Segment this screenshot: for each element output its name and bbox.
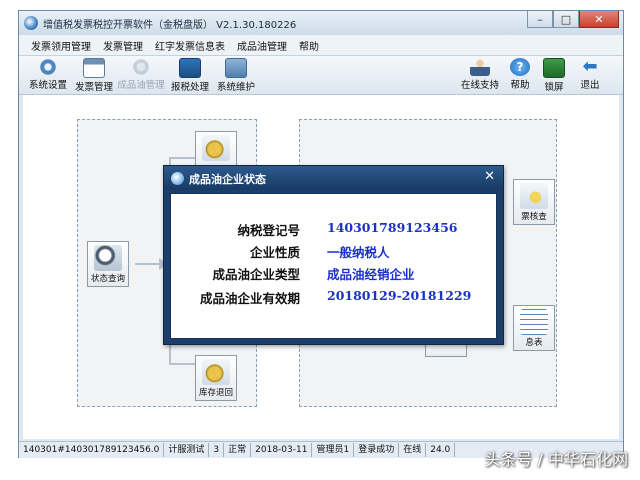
monitor-icon	[179, 58, 201, 78]
toolbar-help[interactable]: ? 帮助	[505, 58, 535, 92]
toolbar-refined-oil-management[interactable]: 成品油管理	[117, 58, 165, 92]
menu-help[interactable]: 帮助	[293, 38, 325, 53]
node-right-bottom[interactable]: 息表	[513, 305, 555, 351]
field-tax-registration: 纳税登记号 140301789123456	[171, 220, 498, 240]
gears-icon	[131, 58, 151, 76]
table-icon	[520, 309, 548, 335]
app-logo-icon	[24, 16, 38, 30]
gear-icon	[38, 58, 58, 76]
close-button[interactable]: ✕	[579, 11, 619, 28]
node-status-query[interactable]: 状态查询	[87, 241, 129, 287]
status-count: 3	[209, 443, 225, 457]
dialog-close-button[interactable]: ✕	[484, 169, 495, 184]
field-label: 企业性质	[249, 245, 300, 260]
field-label: 成品油企业类型	[212, 267, 300, 282]
window-controls: – □ ✕	[527, 11, 619, 29]
toolbar-lock-screen[interactable]: 锁屏	[539, 58, 569, 93]
toolbar-online-support[interactable]: 在线支持	[459, 58, 501, 92]
menu-red-invoice-info[interactable]: 红字发票信息表	[149, 38, 231, 53]
status-version: 24.0	[426, 443, 456, 457]
field-enterprise-nature: 企业性质 一般纳税人	[171, 242, 498, 262]
status-user: 管理员1	[312, 443, 355, 457]
person-icon	[470, 58, 490, 76]
field-label: 成品油企业有效期	[199, 291, 300, 306]
magnifier-icon	[94, 245, 122, 271]
help-icon: ?	[510, 58, 530, 76]
toolbar-tax-filing[interactable]: 报税处理	[169, 58, 211, 93]
calendar-icon	[83, 58, 105, 78]
dialog-title-bar[interactable]: 成品油企业状态 ✕	[164, 166, 503, 190]
status-date: 2018-03-11	[251, 443, 313, 457]
status-company: 计服测试	[164, 443, 210, 457]
menu-invoice-purchase[interactable]: 发票领用管理	[25, 38, 97, 53]
toolbar-exit[interactable]: ⬅ 退出	[575, 58, 605, 92]
field-value: 140301789123456	[327, 220, 458, 235]
watermark: 头条号 / 中华石化网	[484, 450, 628, 469]
field-label: 纳税登记号	[237, 223, 300, 238]
status-login: 登录成功	[354, 443, 400, 457]
dialog-logo-icon	[171, 172, 184, 185]
refined-oil-status-dialog: 成品油企业状态 ✕ 纳税登记号 140301789123456 企业性质 一般纳…	[163, 165, 504, 345]
flow-connector-middle	[135, 263, 161, 265]
verify-icon	[520, 183, 548, 209]
flow-connector-bottom	[169, 363, 195, 365]
oil-return-icon	[202, 359, 230, 385]
dialog-title: 成品油企业状态	[189, 173, 266, 186]
toolbar: 系统设置 发票管理 成品油管理 报税处理 系统维护 在线支持 ? 帮助 锁屏 ⬅…	[19, 56, 623, 95]
window-title: 增值税发票税控开票软件（金税盘版） V2.1.30.180226	[43, 20, 297, 31]
lock-screen-icon	[543, 58, 565, 78]
title-bar[interactable]: 增值税发票税控开票软件（金税盘版） V2.1.30.180226 – □ ✕	[19, 11, 623, 35]
toolbar-invoice-management[interactable]: 发票管理	[73, 58, 115, 93]
status-online: 在线	[399, 443, 427, 457]
toolbar-system-maintenance[interactable]: 系统维护	[215, 58, 257, 93]
dialog-body: 纳税登记号 140301789123456 企业性质 一般纳税人 成品油企业类型…	[170, 193, 497, 339]
node-inventory-return[interactable]: 库存退回	[195, 355, 237, 401]
field-value: 成品油经销企业	[327, 267, 415, 282]
exit-arrow-icon: ⬅	[582, 56, 598, 77]
flow-connector-top	[169, 157, 195, 159]
folder-icon	[225, 58, 247, 78]
toolbar-system-settings[interactable]: 系统设置	[27, 58, 69, 92]
node-right-top[interactable]: 票核查	[513, 179, 555, 225]
menu-bar: 发票领用管理 发票管理 红字发票信息表 成品油管理 帮助	[19, 35, 623, 56]
menu-refined-oil-management[interactable]: 成品油管理	[231, 38, 293, 53]
field-value: 20180129-20181229	[327, 288, 472, 303]
status-tax-id: 140301#140301789123456.0	[19, 443, 165, 457]
status-state: 正常	[224, 443, 252, 457]
oil-drop-icon	[202, 135, 230, 161]
field-validity-period: 成品油企业有效期 20180129-20181229	[171, 288, 498, 308]
menu-invoice-management[interactable]: 发票管理	[97, 38, 149, 53]
field-value: 一般纳税人	[327, 245, 390, 260]
field-enterprise-type: 成品油企业类型 成品油经销企业	[171, 264, 498, 284]
minimize-button[interactable]: –	[527, 11, 553, 28]
maximize-button[interactable]: □	[553, 11, 579, 28]
